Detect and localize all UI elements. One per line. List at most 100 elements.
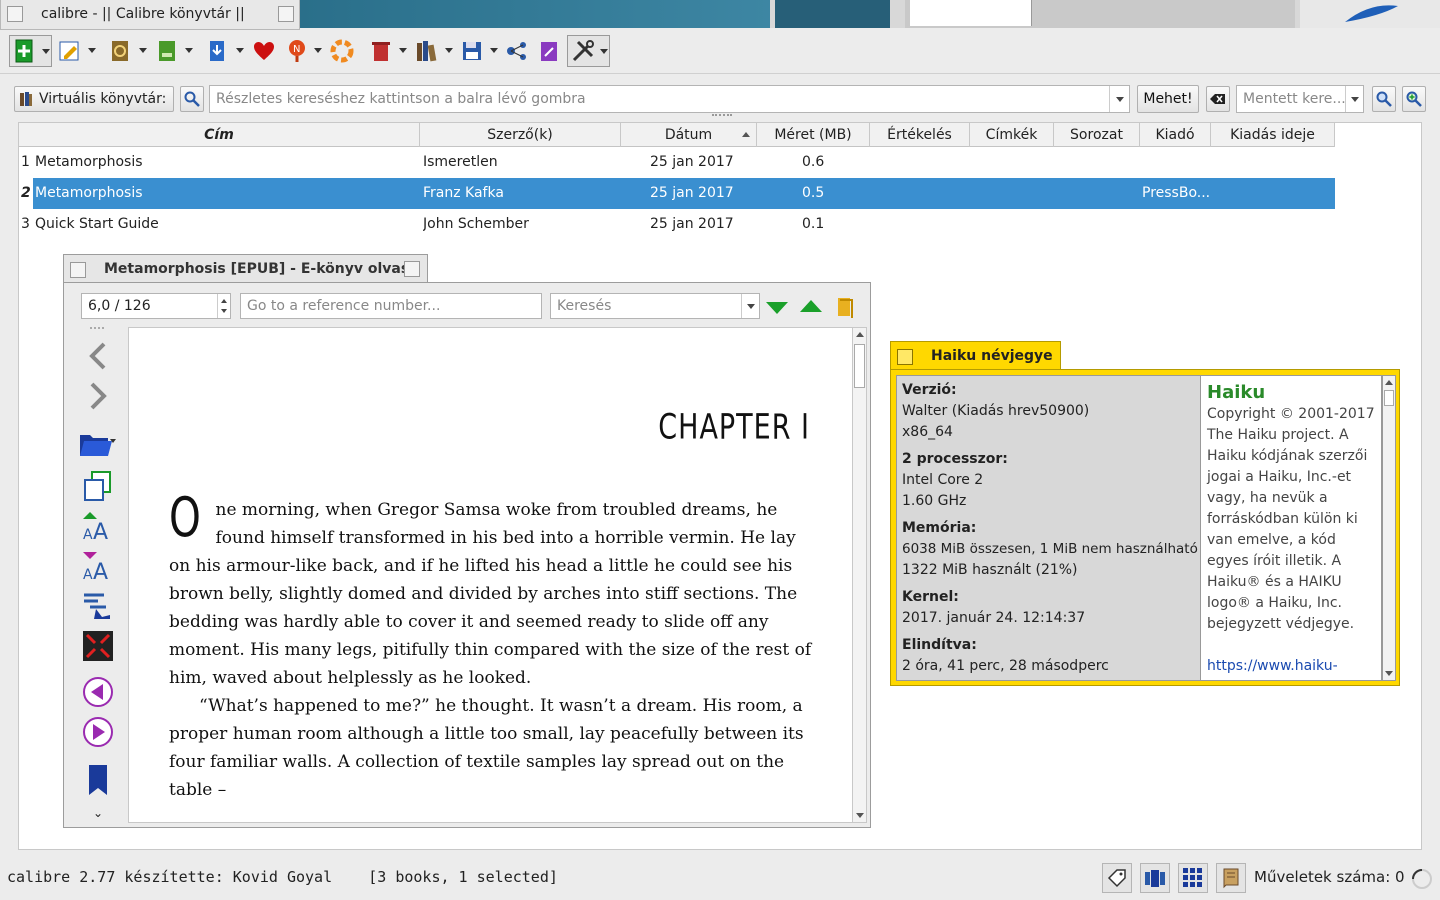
table-of-contents-button[interactable] <box>78 589 118 623</box>
convert-books-button[interactable] <box>106 37 134 65</box>
reader-scrollbar[interactable] <box>852 327 867 823</box>
busy-spinner-icon <box>1412 869 1432 889</box>
get-books-button[interactable] <box>328 37 356 65</box>
save-to-disk-button[interactable] <box>458 37 486 65</box>
table-row-selected[interactable]: Metamorphosis Franz Kafka 25 jan 2017 0.… <box>33 178 1335 209</box>
find-previous-button[interactable] <box>798 297 824 317</box>
grid-view-toggle[interactable] <box>1178 863 1208 893</box>
window-tab[interactable]: calibre - || Calibre könyvtár || <box>0 0 300 30</box>
advanced-search-button[interactable] <box>180 86 204 112</box>
cell-author: Franz Kafka <box>423 185 504 201</box>
book-details-toggle[interactable] <box>1216 863 1246 893</box>
connect-share-button[interactable] <box>503 37 531 65</box>
reader-zoom-button[interactable] <box>404 261 420 277</box>
jobs-count[interactable]: Műveletek száma: 0 <box>1254 868 1405 886</box>
fullscreen-button[interactable] <box>78 629 118 663</box>
column-header-date-label: Dátum <box>664 127 713 143</box>
fullscreen-icon <box>83 631 113 661</box>
about-window-tab[interactable]: Haiku névjegye <box>890 341 1061 371</box>
reader-search-input[interactable]: Keresés <box>550 293 760 319</box>
reader-close-button[interactable] <box>70 262 86 278</box>
chevron-up-icon <box>221 299 227 303</box>
find-next-button[interactable] <box>764 297 790 317</box>
scroll-down-arrow[interactable] <box>1385 671 1393 676</box>
table-row[interactable]: 1 Metamorphosis Ismeretlen 25 jan 2017 0… <box>19 147 1335 178</box>
edit-book-button[interactable] <box>535 37 563 65</box>
uptime-label: Elindítva: <box>902 637 977 653</box>
reference-mode-button[interactable] <box>834 294 856 320</box>
reader-window-tab[interactable]: Metamorphosis [EPUB] - E-könyv olvasó <box>63 254 428 284</box>
column-header-series[interactable]: Sorozat <box>1054 123 1140 147</box>
column-header-authors[interactable]: Szerző(k) <box>420 123 621 147</box>
fetch-news-button[interactable]: N <box>283 37 311 65</box>
position-spinbox[interactable]: 6,0 / 126 <box>81 293 231 319</box>
virtual-library-button[interactable]: Virtuális könyvtár: <box>14 86 174 112</box>
cover-flow-icon <box>1145 870 1165 887</box>
column-header-title[interactable]: Cím <box>19 123 420 147</box>
cell-date: 25 jan 2017 <box>650 154 734 170</box>
column-header-published[interactable]: Kiadás ideje <box>1211 123 1335 147</box>
reader-title: Metamorphosis [EPUB] - E-könyv olvasó <box>104 261 419 277</box>
saved-search-input[interactable]: Mentett kere... <box>1236 85 1364 113</box>
clear-search-button[interactable] <box>1206 86 1230 112</box>
column-header-rating[interactable]: Értékelés <box>870 123 970 147</box>
about-scrollbar[interactable] <box>1382 375 1396 681</box>
cell-size: 0.6 <box>802 154 825 170</box>
window-zoom-button[interactable] <box>278 6 294 22</box>
send-to-device-button[interactable] <box>203 37 231 65</box>
search-input[interactable]: Részletes kereséshez kattintson a balra … <box>209 85 1130 113</box>
splitter-handle[interactable] <box>712 114 732 118</box>
spin-arrows[interactable] <box>217 294 230 318</box>
tag-browser-toggle[interactable] <box>1102 863 1132 893</box>
font-size-smaller-button[interactable]: AA <box>78 549 118 583</box>
column-header-publisher[interactable]: Kiadó <box>1140 123 1211 147</box>
about-title: Haiku névjegye <box>931 348 1053 364</box>
copy-search-button[interactable] <box>1402 86 1426 112</box>
font-size-larger-button[interactable]: AA <box>78 509 118 543</box>
book-page[interactable]: CHAPTER I O ne morning, when Gregor Sams… <box>128 327 853 823</box>
forward-button[interactable] <box>78 379 118 413</box>
reference-input[interactable]: Go to a reference number... <box>240 293 542 319</box>
saved-search-dropdown[interactable] <box>1345 86 1363 112</box>
back-button[interactable] <box>78 339 118 373</box>
scroll-up-arrow[interactable] <box>1385 380 1393 385</box>
column-header-date[interactable]: Dátum <box>621 123 757 147</box>
more-tools-button[interactable]: ⌄ <box>78 803 118 823</box>
donate-button[interactable] <box>250 37 278 65</box>
table-row[interactable]: 3 Quick Start Guide John Schember 25 jan… <box>19 209 1335 240</box>
go-button[interactable]: Mehet! <box>1137 85 1199 113</box>
copy-button[interactable] <box>78 469 118 503</box>
chevron-down-icon <box>1350 96 1359 102</box>
open-ebook-button[interactable] <box>78 425 118 459</box>
library-button[interactable] <box>413 37 441 65</box>
scroll-down-arrow[interactable] <box>856 813 864 818</box>
window-title: calibre - || Calibre könyvtár || <box>41 6 245 22</box>
next-page-button[interactable] <box>78 715 118 749</box>
toolbar-grip[interactable] <box>90 327 104 333</box>
cover-browser-toggle[interactable] <box>1140 863 1170 893</box>
scroll-thumb[interactable] <box>854 344 865 388</box>
preferences-button[interactable] <box>567 35 610 67</box>
column-header-size[interactable]: Méret (MB) <box>757 123 870 147</box>
copyright-text: Copyright © 2001-2017 The Haiku project.… <box>1207 406 1375 632</box>
scroll-up-arrow[interactable] <box>856 332 864 337</box>
view-book-button[interactable] <box>153 37 181 65</box>
haiku-website-link[interactable]: https://www.haiku-os.org <box>1207 656 1375 680</box>
bookmark-button[interactable] <box>78 763 118 797</box>
svg-text:A: A <box>93 520 108 541</box>
search-history-dropdown[interactable] <box>1109 86 1129 112</box>
library-icon <box>417 41 437 62</box>
search-plus-icon <box>1406 91 1422 107</box>
scroll-thumb[interactable] <box>1384 390 1394 406</box>
window-close-button[interactable] <box>7 6 23 22</box>
reader-search-dropdown[interactable] <box>741 294 759 318</box>
column-header-tags[interactable]: Címkék <box>970 123 1054 147</box>
system-info-panel: Verzió: Walter (Kiadás hrev50900) x86_64… <box>896 375 1201 681</box>
edit-metadata-button[interactable] <box>56 37 84 65</box>
add-books-button[interactable] <box>9 35 52 67</box>
deskbar[interactable] <box>1300 0 1440 28</box>
about-close-button[interactable] <box>897 349 913 365</box>
remove-books-button[interactable] <box>367 37 395 65</box>
previous-page-button[interactable] <box>78 675 118 709</box>
save-search-button[interactable] <box>1372 86 1396 112</box>
